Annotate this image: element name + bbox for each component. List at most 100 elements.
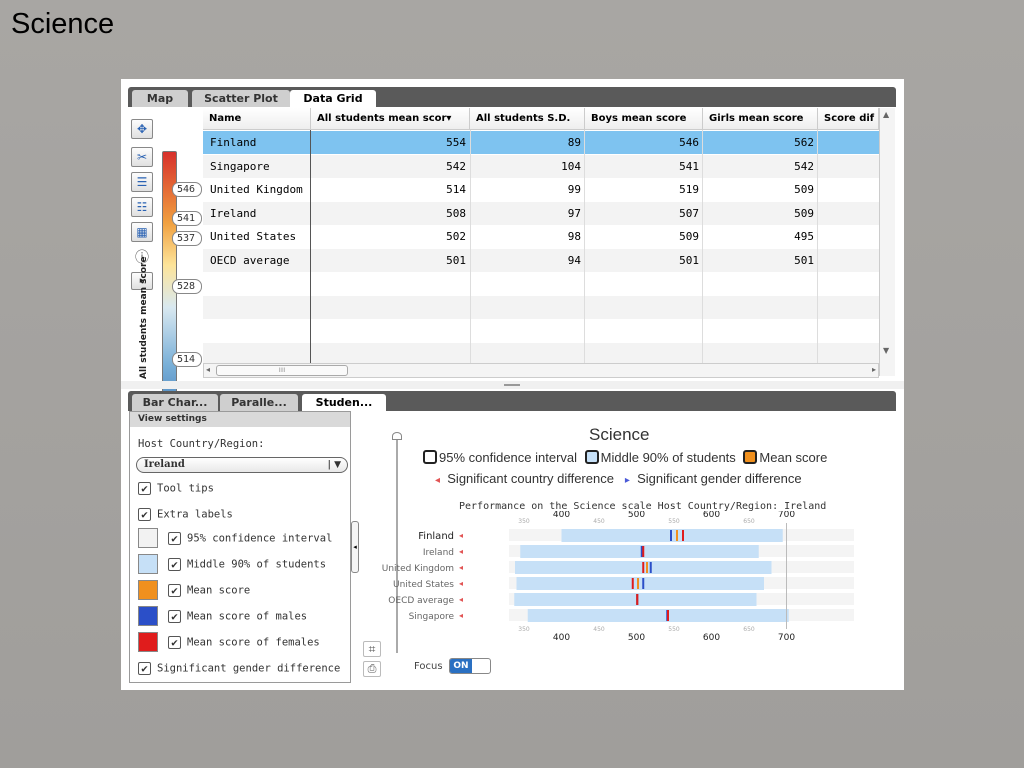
female-marker [631, 578, 634, 589]
x-tick-label: 600 [703, 633, 720, 643]
print-icon[interactable]: ⎙ [363, 661, 381, 677]
females-option[interactable]: ✔ Mean score of females [168, 636, 320, 649]
x-minor-tick-label: 550 [668, 518, 680, 525]
scroll-left-icon[interactable]: ◂ [206, 365, 210, 374]
check-icon[interactable]: ✔ [138, 482, 151, 495]
mean-option[interactable]: ✔ Mean score [168, 584, 250, 597]
males-option[interactable]: ✔ Mean score of males [168, 610, 307, 623]
table-row[interactable]: United States 502 98 509 495 [203, 225, 879, 248]
mean-label: Mean score [187, 584, 251, 597]
mean-color-swatch[interactable] [138, 580, 158, 600]
pane-splitter[interactable] [121, 381, 904, 389]
column-header-name[interactable]: Name [203, 108, 311, 130]
tab-scatter-plot[interactable]: Scatter Plot [192, 90, 290, 107]
check-icon[interactable]: ✔ [138, 662, 151, 675]
female-marker [642, 562, 645, 573]
pan-icon[interactable]: ✥ [131, 119, 153, 139]
grid-horizontal-scrollbar[interactable]: ◂ IIII ▸ [203, 363, 879, 378]
slider-handle[interactable] [392, 432, 402, 440]
x-tick-label: 400 [553, 633, 570, 643]
males-label: Mean score of males [187, 610, 308, 623]
table-cell: Ireland [210, 206, 257, 220]
table-cell: 507 [679, 206, 699, 220]
mean-marker [646, 562, 648, 573]
empty-table-row[interactable] [203, 319, 879, 342]
list-icon[interactable]: ☰ [131, 172, 153, 192]
males-color-swatch[interactable] [138, 606, 158, 626]
table-cell: 509 [679, 230, 699, 243]
female-marker [642, 546, 645, 557]
scroll-thumb[interactable]: IIII [216, 365, 348, 376]
table-cell: 542 [446, 159, 466, 173]
column-header-mean[interactable]: All students mean scor▾ [311, 108, 470, 130]
chart-legend-row2: ◂ Significant country difference ▸ Signi… [435, 471, 802, 486]
x-minor-tick-label: 450 [593, 626, 605, 633]
ci-color-swatch[interactable] [138, 528, 158, 548]
tab-map[interactable]: Map [132, 90, 188, 107]
middle90-bar [516, 577, 764, 590]
legend-ci-label: 95% confidence interval [439, 450, 578, 465]
gender-diff-icon: ▸ [624, 475, 630, 486]
females-color-swatch[interactable] [138, 632, 158, 652]
collapse-panel-handle[interactable]: ◂ [351, 521, 359, 573]
palette-icon[interactable]: ▦ [131, 222, 153, 242]
x-minor-tick-label: 350 [518, 518, 530, 525]
view-settings-panel: View settings Host Country/Region: Irela… [129, 411, 351, 683]
host-country-dropdown[interactable]: Ireland | ▼ [136, 457, 348, 473]
tab-data-grid[interactable]: Data Grid [290, 90, 376, 107]
empty-table-row[interactable] [203, 272, 879, 295]
host-country-value: Ireland [144, 459, 185, 470]
column-divider [470, 130, 471, 363]
legend-mean-label: Mean score [759, 450, 828, 465]
grid-list-icon[interactable]: ☷ [131, 197, 153, 217]
performance-chart[interactable]: 400 400 500 500 600 600 700 700 350 350 450 450 550 5… [359, 511, 899, 651]
tab-student[interactable]: Studen... [302, 394, 386, 411]
gender-diff-option[interactable]: ✔ Significant gender difference [138, 662, 340, 675]
middle90-color-swatch[interactable] [138, 554, 158, 574]
column-header-sd[interactable]: All students S.D. [470, 108, 585, 130]
middle90-option[interactable]: ✔ Middle 90% of students [168, 558, 326, 571]
ci-option[interactable]: ✔ 95% confidence interval [168, 532, 332, 545]
x-tick-label: 700 [778, 511, 795, 520]
color-scale-tick: 537 [172, 231, 202, 246]
grid-vertical-scrollbar[interactable]: ▲ ▼ [879, 108, 895, 376]
scroll-up-icon[interactable]: ▲ [883, 110, 889, 119]
check-icon[interactable]: ✔ [168, 610, 181, 623]
empty-table-row[interactable] [203, 295, 879, 319]
table-row[interactable]: Singapore 542 104 541 542 [203, 154, 879, 178]
table-row[interactable]: OECD average 501 94 501 501 [203, 248, 879, 272]
table-cell: Singapore [210, 159, 270, 173]
check-icon[interactable]: ✔ [138, 508, 151, 521]
x-tick-label: 500 [628, 633, 645, 643]
country-diff-marker: ◂ [459, 579, 463, 588]
focus-label: Focus [414, 661, 443, 672]
mean-marker [676, 530, 678, 541]
column-header-score-diff[interactable]: Score dif [818, 108, 879, 130]
check-icon[interactable]: ✔ [168, 558, 181, 571]
category-label: Singapore [409, 612, 455, 622]
tab-parallel[interactable]: Paralle... [220, 394, 298, 411]
student-chart-area: Science 95% confidence interval Middle 9… [359, 411, 899, 683]
focus-toggle[interactable]: ON [449, 658, 491, 674]
male-marker [642, 578, 645, 589]
table-row[interactable]: United Kingdom 514 99 519 509 [203, 178, 879, 201]
tab-bar-chart[interactable]: Bar Char... [132, 394, 218, 411]
females-label: Mean score of females [187, 636, 320, 649]
tool-tips-option[interactable]: ✔ Tool tips [138, 482, 214, 495]
table-row[interactable]: Ireland 508 97 507 509 [203, 201, 879, 225]
table-cell: United States [210, 230, 297, 243]
color-scale-tick: 514 [172, 352, 202, 367]
crop-icon[interactable]: ⌗ [363, 641, 381, 657]
tools-icon[interactable]: ✂ [131, 147, 153, 167]
table-cell: 501 [446, 253, 466, 267]
check-icon[interactable]: ✔ [168, 636, 181, 649]
column-header-girls[interactable]: Girls mean score [703, 108, 818, 130]
country-diff-marker: ◂ [459, 547, 463, 556]
check-icon[interactable]: ✔ [168, 532, 181, 545]
extra-labels-option[interactable]: ✔ Extra labels [138, 508, 233, 521]
scroll-down-icon[interactable]: ▼ [883, 346, 889, 355]
table-row[interactable]: Finland 554 89 546 562 [203, 131, 879, 154]
scroll-right-icon[interactable]: ▸ [872, 365, 876, 374]
check-icon[interactable]: ✔ [168, 584, 181, 597]
column-header-boys[interactable]: Boys mean score [585, 108, 703, 130]
